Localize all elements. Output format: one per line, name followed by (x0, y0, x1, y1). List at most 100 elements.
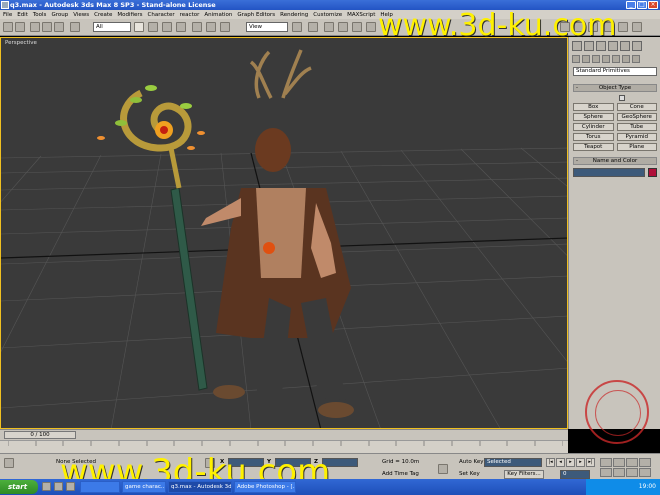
menu-rendering[interactable]: Rendering (280, 12, 308, 18)
undo-icon[interactable] (3, 22, 13, 32)
menu-reactor[interactable]: reactor (180, 12, 200, 18)
arc-rotate-icon[interactable] (626, 468, 638, 477)
modify-tab-icon[interactable] (584, 41, 594, 51)
previous-frame-icon[interactable]: ◂ (556, 458, 565, 467)
spinner-snap-icon[interactable] (366, 22, 376, 32)
reference-coordinate-dropdown[interactable]: View (246, 22, 288, 32)
space-warps-icon[interactable] (622, 55, 630, 63)
menu-graph-editors[interactable]: Graph Editors (237, 12, 275, 18)
plane-button[interactable]: Plane (616, 143, 657, 151)
add-time-tag[interactable]: Add Time Tag (382, 471, 419, 477)
hierarchy-tab-icon[interactable] (596, 41, 606, 51)
menu-character[interactable]: Character (148, 12, 175, 18)
key-filters-button[interactable]: Key Filters... (504, 470, 544, 479)
go-to-start-icon[interactable]: |◂ (546, 458, 555, 467)
maxscript-listener-icon[interactable] (4, 458, 14, 468)
snap-toggle-icon[interactable] (324, 22, 334, 32)
perspective-viewport[interactable]: Perspective (0, 37, 568, 429)
box-button[interactable]: Box (573, 103, 614, 111)
redo-icon[interactable] (15, 22, 25, 32)
close-button[interactable]: × (648, 1, 658, 9)
pivot-center-icon[interactable] (292, 22, 302, 32)
angle-snap-icon[interactable] (338, 22, 348, 32)
select-icon[interactable] (70, 22, 80, 32)
cameras-icon[interactable] (602, 55, 610, 63)
menu-views[interactable]: Views (73, 12, 89, 18)
geosphere-button[interactable]: GeoSphere (616, 113, 657, 121)
minimize-button[interactable]: _ (626, 1, 636, 9)
maximize-button[interactable]: □ (637, 1, 647, 9)
lights-icon[interactable] (592, 55, 600, 63)
window-crossing-icon[interactable] (176, 22, 186, 32)
current-frame-field[interactable]: 0 (560, 470, 590, 479)
time-slider[interactable]: 0 / 100 (4, 431, 76, 439)
object-type-rollout[interactable]: - Object Type (573, 84, 657, 92)
teapot-button[interactable]: Teapot (573, 143, 614, 151)
taskbar-item[interactable]: game charac... (122, 481, 166, 493)
select-object-icon[interactable] (134, 22, 144, 32)
menu-tools[interactable]: Tools (33, 12, 47, 18)
unlink-icon[interactable] (42, 22, 52, 32)
menu-edit[interactable]: Edit (17, 12, 28, 18)
create-tab-icon[interactable] (572, 41, 582, 51)
geometry-icon[interactable] (572, 55, 580, 63)
sphere-button[interactable]: Sphere (573, 113, 614, 121)
scale-icon[interactable] (220, 22, 230, 32)
taskbar-item[interactable]: q3.max - Autodesk 3ds ... (168, 481, 232, 493)
menu-animation[interactable]: Animation (204, 12, 232, 18)
pyramid-button[interactable]: Pyramid (616, 133, 657, 141)
display-tab-icon[interactable] (620, 41, 630, 51)
pan-icon[interactable] (613, 468, 625, 477)
quick-launch-icon[interactable] (54, 482, 63, 491)
manipulate-icon[interactable] (308, 22, 318, 32)
maximize-viewport-icon[interactable] (639, 468, 651, 477)
menu-modifiers[interactable]: Modifiers (117, 12, 142, 18)
select-by-name-icon[interactable] (148, 22, 158, 32)
shapes-icon[interactable] (582, 55, 590, 63)
key-icon[interactable] (438, 464, 448, 474)
primitive-category-dropdown[interactable]: Standard Primitives (573, 67, 657, 76)
zoom-icon[interactable] (600, 458, 612, 467)
menu-customize[interactable]: Customize (313, 12, 342, 18)
zoom-extents-icon[interactable] (626, 458, 638, 467)
play-icon[interactable]: ▸ (566, 458, 575, 467)
render-last-icon[interactable] (618, 22, 628, 32)
selection-filter-dropdown[interactable]: All (93, 22, 131, 32)
object-name-field[interactable] (573, 168, 645, 177)
menu-file[interactable]: File (3, 12, 12, 18)
helpers-icon[interactable] (612, 55, 620, 63)
motion-tab-icon[interactable] (608, 41, 618, 51)
active-shade-icon[interactable] (632, 22, 642, 32)
taskbar-item[interactable]: Adobe Photoshop - [... (234, 481, 296, 493)
set-key-button[interactable]: Set Key (459, 471, 480, 477)
cylinder-button[interactable]: Cylinder (573, 123, 614, 131)
cone-button[interactable]: Cone (616, 103, 657, 111)
object-color-swatch[interactable] (648, 168, 657, 177)
utilities-tab-icon[interactable] (632, 41, 642, 51)
tube-button[interactable]: Tube (616, 123, 657, 131)
next-frame-icon[interactable]: ▸ (576, 458, 585, 467)
zoom-all-icon[interactable] (613, 458, 625, 467)
go-to-end-icon[interactable]: ▸| (586, 458, 595, 467)
bind-space-warp-icon[interactable] (54, 22, 64, 32)
link-icon[interactable] (30, 22, 40, 32)
menu-maxscript[interactable]: MAXScript (347, 12, 375, 18)
move-icon[interactable] (192, 22, 202, 32)
key-mode-dropdown[interactable]: Selected (484, 458, 542, 467)
zoom-extents-all-icon[interactable] (639, 458, 651, 467)
taskbar-item[interactable] (80, 481, 120, 493)
quick-launch-icon[interactable] (66, 482, 75, 491)
menu-group[interactable]: Group (51, 12, 68, 18)
percent-snap-icon[interactable] (352, 22, 362, 32)
torus-button[interactable]: Torus (573, 133, 614, 141)
quick-launch-icon[interactable] (42, 482, 51, 491)
menu-create[interactable]: Create (94, 12, 112, 18)
field-of-view-icon[interactable] (600, 468, 612, 477)
name-and-color-rollout[interactable]: - Name and Color (573, 157, 657, 165)
autogrid-checkbox[interactable] (619, 95, 625, 101)
systems-icon[interactable] (632, 55, 640, 63)
rectangular-selection-icon[interactable] (162, 22, 172, 32)
start-button[interactable]: start (0, 480, 38, 494)
auto-key-button[interactable]: Auto Key (459, 459, 484, 465)
rotate-icon[interactable] (206, 22, 216, 32)
